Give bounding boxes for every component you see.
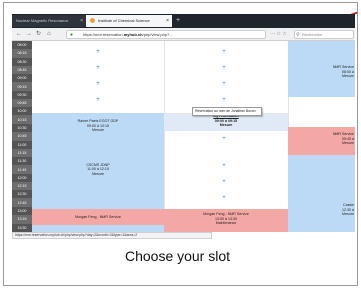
maintenance-block[interactable]: Morgan Feng - NMR Service 13:00 à 13:30 … xyxy=(164,209,288,232)
add-reservation-icon[interactable]: + xyxy=(220,179,228,185)
back-icon[interactable]: ← xyxy=(16,28,22,41)
time-slot-label: 13:00 xyxy=(12,207,32,215)
add-reservation-icon[interactable]: + xyxy=(220,163,228,169)
time-slot-label: 08:15 xyxy=(17,51,27,56)
schedule-grid: Rainer Paetz EGOT GDP 09:00 à 10:15 Mesu… xyxy=(32,41,355,232)
time-slot-label: 10:30 xyxy=(12,124,32,132)
time-slot-label: 09:15 xyxy=(17,84,27,89)
forward-icon[interactable]: → xyxy=(26,28,32,41)
url-suffix: /php/view.php?... xyxy=(142,32,173,37)
close-icon[interactable]: × xyxy=(166,15,169,27)
home-icon[interactable]: ⌂ xyxy=(47,28,51,41)
url-bar[interactable]: ● https://nmr.reservation.myhub.ch/php/v… xyxy=(66,30,266,39)
time-slot-label: 12:15 xyxy=(17,184,27,189)
reload-icon[interactable]: ↻ xyxy=(36,28,41,41)
search-placeholder: Rechercher xyxy=(302,32,323,37)
add-reservation-icon[interactable]: + xyxy=(220,65,228,71)
caption-text: Choose your slot xyxy=(124,248,231,264)
time-slot-label: 12:00 xyxy=(12,173,32,182)
reservation-block[interactable]: Cassie 12:30 à Mesure xyxy=(288,155,355,232)
block-type: Mesure xyxy=(342,141,354,146)
add-reservation-icon[interactable]: + xyxy=(220,136,228,142)
status-bar-url: https://nmr.reservation.myhub.ch/php/vie… xyxy=(12,232,212,239)
time-slot-label: 08:30 xyxy=(12,57,32,66)
add-reservation-icon[interactable]: + xyxy=(94,65,102,71)
time-slot-label: 13:30 xyxy=(12,223,32,232)
add-reservation-icon[interactable]: + xyxy=(220,81,228,87)
maintenance-block[interactable]: Morgan Feng - NMR Service xyxy=(32,209,164,225)
search-icon: ⚲ xyxy=(296,32,300,38)
time-slot-label: 10:15 xyxy=(17,117,27,122)
service-block[interactable]: NMR Service 09:45 à Mesure xyxy=(288,127,355,155)
time-slot-label: 11:00 xyxy=(12,140,32,149)
time-slot-label: 13:15 xyxy=(17,217,27,222)
time-slot-label: 10:00 xyxy=(12,107,32,116)
block-type: Maintenance xyxy=(215,221,237,226)
time-slot-label: 10:45 xyxy=(17,134,27,139)
reservation-block[interactable]: Rainer Paetz EGOT GDP 09:00 à 10:15 Mesu… xyxy=(32,113,164,209)
time-slot-label: 09:00 xyxy=(12,74,32,83)
time-slot-label: 11:45 xyxy=(17,167,27,172)
time-slot-label: 11:30 xyxy=(12,157,32,166)
block-type: Mesure xyxy=(342,74,354,79)
time-slot-label: 12:45 xyxy=(17,200,27,205)
reservation-block[interactable] xyxy=(32,225,164,232)
browser-tab-bar: Nuclear Magnetic Resonance × Institute o… xyxy=(12,14,355,28)
reservation-block[interactable]: NMR Service 08:00 à Mesure xyxy=(288,41,355,97)
url-prefix: https://nmr.reservation. xyxy=(83,32,124,37)
tab-label: Institute of Chemical Science xyxy=(98,18,150,23)
time-slot-label: 11:15 xyxy=(17,150,27,155)
add-reservation-icon[interactable]: + xyxy=(220,195,228,201)
tab-institute[interactable]: Institute of Chemical Science × xyxy=(86,15,172,27)
tab-nmr[interactable]: Nuclear Magnetic Resonance × xyxy=(12,15,86,27)
time-slot-label: 09:30 xyxy=(12,90,32,99)
search-input[interactable]: ⚲ Rechercher xyxy=(294,30,354,39)
time-slot-label: 08:00 xyxy=(12,41,32,49)
new-tab-icon[interactable]: + xyxy=(176,14,180,28)
time-slot-label: 12:30 xyxy=(12,190,32,199)
close-icon[interactable]: × xyxy=(80,15,83,27)
favicon-icon xyxy=(90,18,95,23)
block-type: Mesure xyxy=(92,128,104,133)
block-title: Morgan Feng - NMR Service xyxy=(75,215,121,219)
column-divider xyxy=(164,41,165,232)
add-reservation-icon[interactable]: + xyxy=(94,81,102,87)
time-slot-label: 08:45 xyxy=(17,67,27,72)
add-reservation-icon[interactable]: + xyxy=(94,49,102,55)
tab-label: Nuclear Magnetic Resonance xyxy=(16,18,69,23)
lock-icon: ● xyxy=(70,32,74,38)
page-actions-icon[interactable]: ··· ☆ ☆ xyxy=(270,28,287,41)
add-reservation-icon[interactable]: + xyxy=(220,49,228,55)
add-reservation-icon[interactable]: + xyxy=(220,97,228,103)
time-slot-label: 09:45 xyxy=(17,101,27,106)
block-type: Mesure xyxy=(219,123,233,128)
browser-nav-bar: ← → ↻ ⌂ ● https://nmr.reservation.myhub.… xyxy=(12,28,355,41)
block-type: Mesure xyxy=(92,171,104,176)
time-column: 08:00 08:15 08:30 08:45 09:00 09:15 09:30 09:45… xyxy=(12,41,32,232)
block-type: Mesure xyxy=(342,212,354,217)
add-reservation-icon[interactable]: + xyxy=(94,97,102,103)
url-domain: myhub.ch xyxy=(123,32,143,37)
reservation-tooltip: Réservation au nom de Jonathan Bovon xyxy=(192,107,262,116)
